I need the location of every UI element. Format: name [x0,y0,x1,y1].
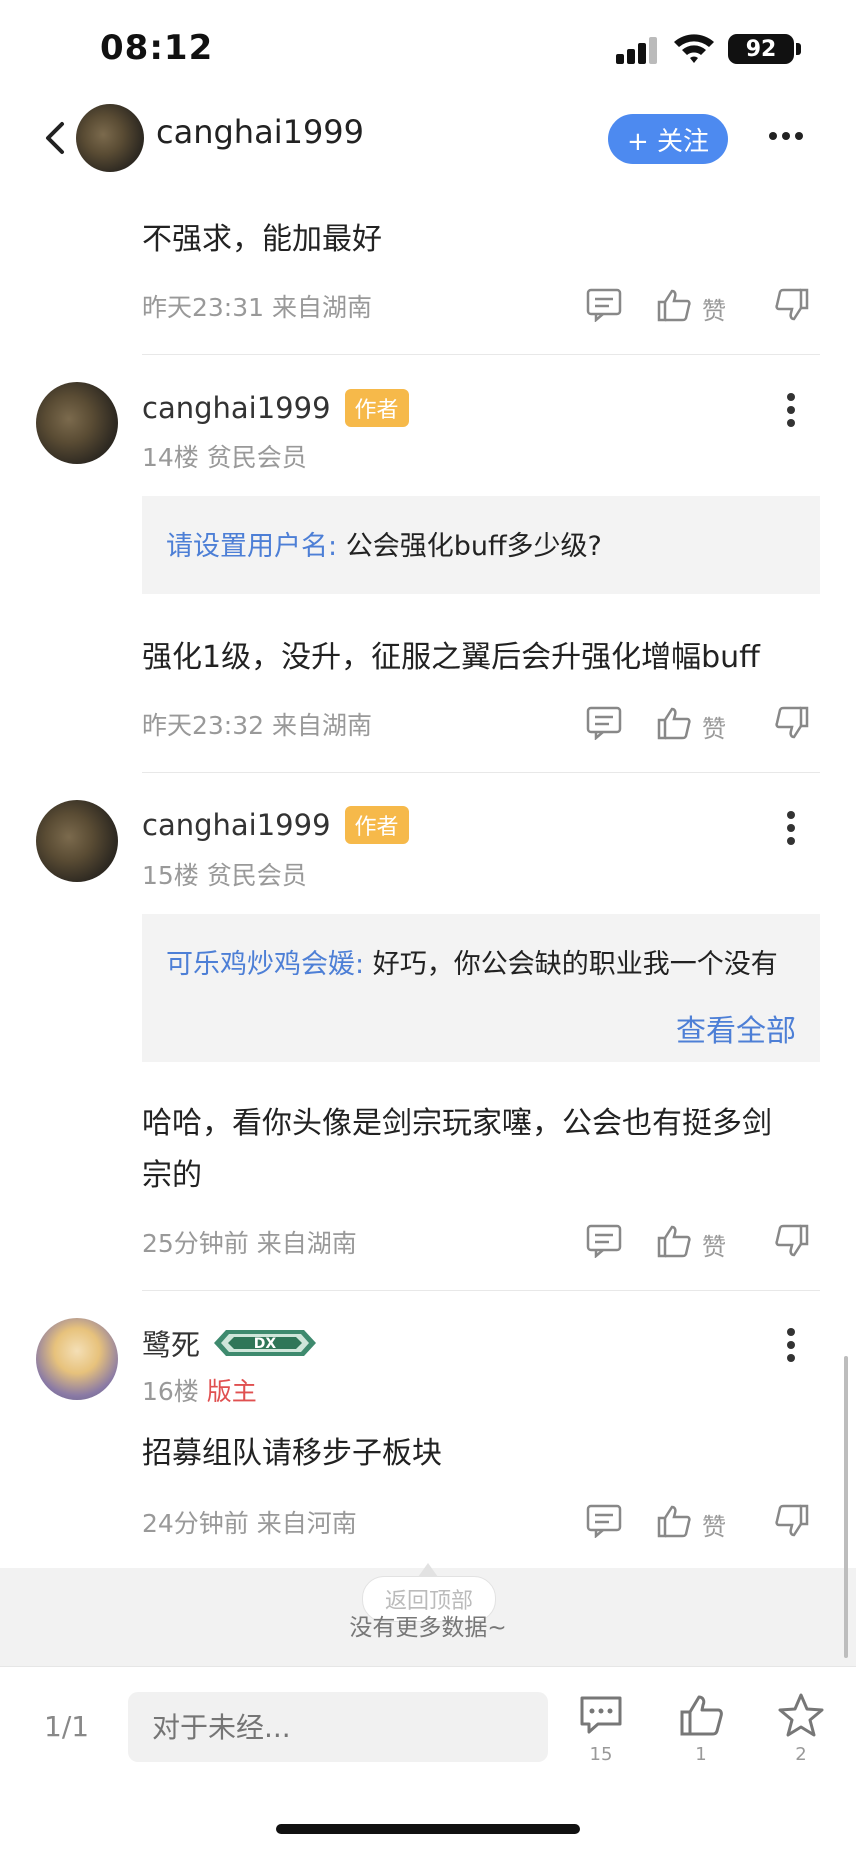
post-author-row: canghai1999 作者 [142,806,409,844]
post-location: 来自湖南 [272,293,373,322]
post-content: 招募组队请移步子板块 [142,1436,442,1471]
wifi-icon [674,34,714,63]
quoted-reply[interactable]: 可乐鸡炒鸡会媛: 好巧，你公会缺的职业我一个没有 查看全部 [142,914,820,1062]
quote-text-line: 可乐鸡炒鸡会媛: 好巧，你公会缺的职业我一个没有 [166,942,778,981]
moderator-role: 版主 [206,1377,257,1406]
status-time: 08:12 [100,28,214,68]
quote-username[interactable]: 可乐鸡炒鸡会媛: [166,949,364,980]
author-badge: 作者 [344,806,409,844]
post-menu-icon[interactable] [786,392,796,428]
post-time: 25分钟前 [142,1229,249,1258]
like-label[interactable]: 赞 [702,1227,726,1262]
avatar[interactable] [36,382,118,464]
post-location: 来自河南 [256,1509,357,1538]
post-meta: 昨天23:32 来自湖南 [142,706,372,742]
post-content-line: 哈哈，看你头像是剑宗玩家噻，公会也有挺多剑 [142,1106,772,1141]
post-floor: 14楼 贫民会员 [142,438,307,474]
thumbs-up-icon[interactable] [656,1224,692,1258]
post-content: 强化1级，没升，征服之翼后会升强化增幅buff [142,640,760,675]
no-more-data-text: 没有更多数据~ [349,1615,507,1641]
post-floor: 15楼 贫民会员 [142,856,307,892]
avatar[interactable] [36,800,118,882]
post-time: 昨天23:31 [142,293,265,322]
post-time: 24分钟前 [142,1509,249,1538]
post-author-row: canghai1999 作者 [142,389,409,427]
scrollbar-thumb[interactable] [844,1356,848,1658]
like-icon[interactable] [678,1692,724,1738]
battery-indicator: 92 [728,34,794,64]
comments-icon[interactable] [578,1692,624,1738]
level-badge-icon: DX [214,1330,317,1356]
favorite-count: 2 [795,1744,807,1765]
post-username[interactable]: 鹭死 [142,1322,200,1364]
post-meta: 24分钟前 来自河南 [142,1504,357,1540]
quoted-reply[interactable]: 请设置用户名: 公会强化buff多少级? [142,496,820,594]
member-rank: 贫民会员 [206,861,307,890]
like-count: 1 [695,1744,707,1765]
battery-tip [796,43,801,55]
post-content-line: 宗的 [142,1158,202,1193]
thumbs-up-icon[interactable] [656,1504,692,1538]
star-icon[interactable] [778,1692,824,1738]
thumbs-down-icon[interactable] [774,288,810,322]
thumbs-up-icon[interactable] [656,288,692,322]
floor-number: 14楼 [142,443,199,472]
comment-count: 15 [589,1744,613,1765]
post-time: 昨天23:32 [142,711,265,740]
post-content: 不强求，能加最好 [142,222,382,257]
post-location: 来自湖南 [272,711,373,740]
back-to-top-arrow-icon [418,1563,438,1577]
thumbs-down-icon[interactable] [774,706,810,740]
divider [142,772,820,773]
thumbs-down-icon[interactable] [774,1224,810,1258]
home-indicator[interactable] [276,1824,580,1834]
member-rank: 贫民会员 [206,443,307,472]
quote-text-line: 请设置用户名: 公会强化buff多少级? [166,524,602,563]
post-content: 哈哈，看你头像是剑宗玩家噻，公会也有挺多剑 宗的 [142,1098,772,1202]
like-label[interactable]: 赞 [702,291,726,326]
reply-input[interactable] [128,1692,548,1762]
header-avatar[interactable] [76,104,144,172]
avatar[interactable] [36,1318,118,1400]
back-arrow-icon[interactable] [40,118,68,158]
quote-username[interactable]: 请设置用户名: [166,531,337,562]
more-options-icon[interactable] [768,130,804,142]
cellular-signal-icon [616,37,657,64]
post-username[interactable]: canghai1999 [142,808,331,842]
header-username[interactable]: canghai1999 [156,113,364,151]
floor-number: 15楼 [142,861,199,890]
post-menu-icon[interactable] [786,810,796,846]
quote-text: 好巧，你公会缺的职业我一个没有 [372,949,778,980]
post-meta: 昨天23:31 来自湖南 [142,288,372,324]
post-floor: 16楼 版主 [142,1372,257,1408]
divider [142,354,820,355]
author-badge: 作者 [344,389,409,427]
follow-label: + 关注 [626,126,710,157]
view-all-link[interactable]: 查看全部 [676,1006,796,1050]
post-menu-icon[interactable] [786,1327,796,1363]
post-meta: 25分钟前 来自湖南 [142,1224,357,1260]
reply-icon[interactable] [586,706,622,740]
follow-button[interactable]: + 关注 [608,114,728,164]
like-label[interactable]: 赞 [702,709,726,744]
reply-icon[interactable] [586,1224,622,1258]
thumbs-down-icon[interactable] [774,1504,810,1538]
reply-icon[interactable] [586,1504,622,1538]
post-location: 来自湖南 [256,1229,357,1258]
like-label[interactable]: 赞 [702,1507,726,1542]
thumbs-up-icon[interactable] [656,706,692,740]
quote-text: 公会强化buff多少级? [345,531,602,562]
page-indicator[interactable]: 1/1 [44,1710,89,1743]
post-username[interactable]: canghai1999 [142,391,331,425]
floor-number: 16楼 [142,1377,199,1406]
level-badge-text: DX [254,1336,277,1352]
post-author-row: 鹭死 DX [142,1322,317,1364]
reply-icon[interactable] [586,288,622,322]
divider [142,1290,820,1291]
